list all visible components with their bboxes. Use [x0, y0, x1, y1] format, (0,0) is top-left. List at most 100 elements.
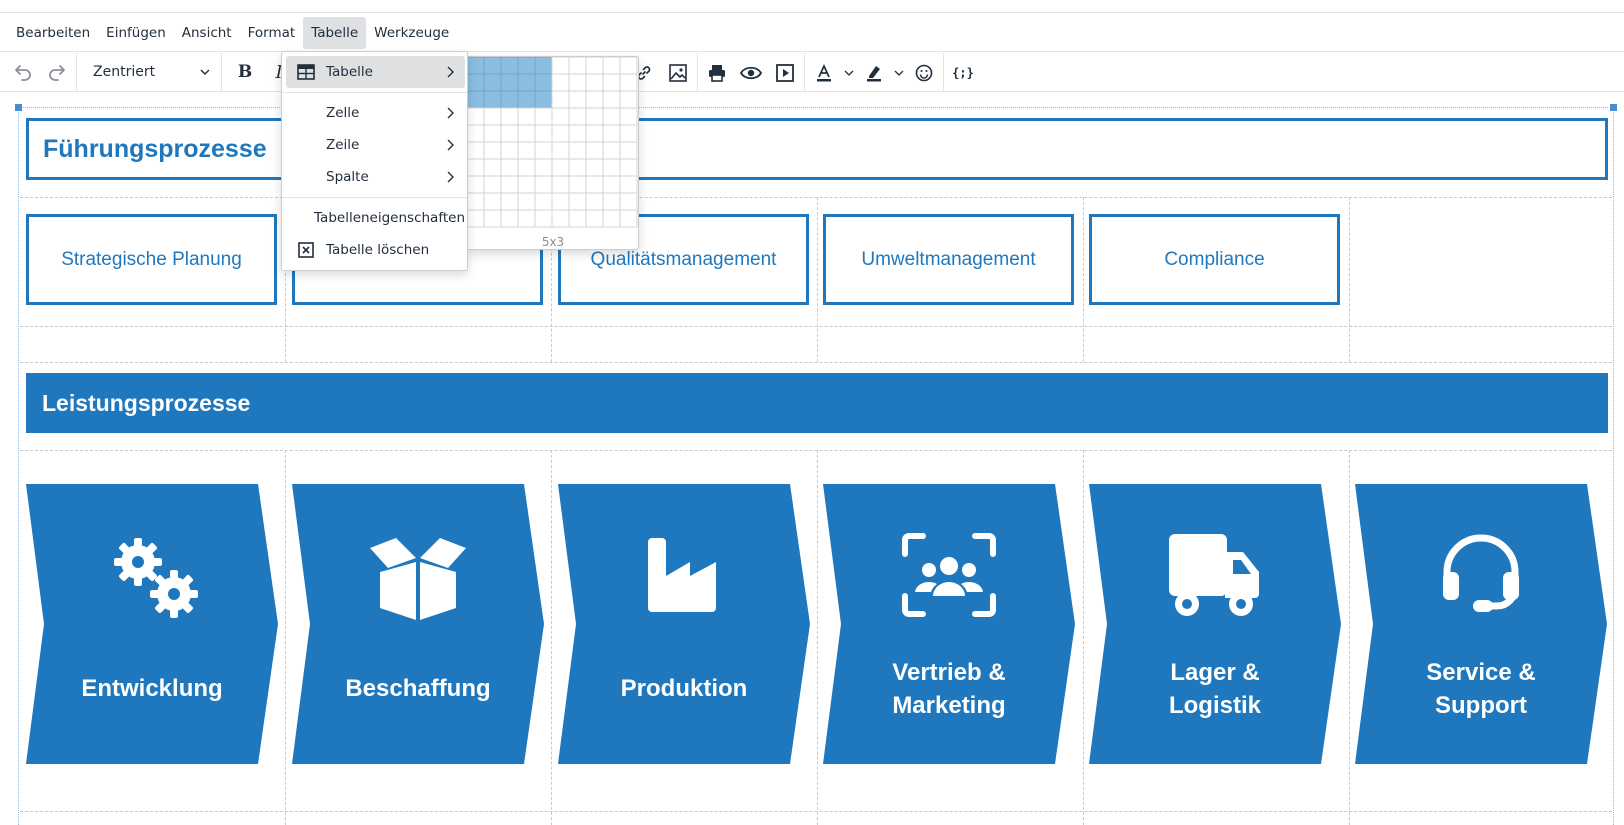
- grid-cell[interactable]: [585, 209, 604, 228]
- grid-cell[interactable]: [602, 124, 621, 143]
- grid-cell[interactable]: [466, 175, 485, 194]
- preview-button[interactable]: [734, 56, 768, 90]
- text-color-dropdown[interactable]: [841, 56, 857, 90]
- grid-cell[interactable]: [551, 56, 570, 75]
- grid-cell[interactable]: [534, 124, 553, 143]
- grid-cell[interactable]: [483, 192, 502, 211]
- bold-button[interactable]: B: [228, 55, 262, 89]
- grid-cell[interactable]: [517, 141, 536, 160]
- grid-cell[interactable]: [602, 73, 621, 92]
- undo-button[interactable]: [6, 55, 40, 89]
- menu-bearbeiten[interactable]: Bearbeiten: [8, 17, 98, 49]
- grid-cell[interactable]: [483, 107, 502, 126]
- grid-cell[interactable]: [602, 56, 621, 75]
- highlight-button[interactable]: [857, 56, 891, 90]
- grid-cell[interactable]: [585, 158, 604, 177]
- text-color-button[interactable]: [807, 56, 841, 90]
- grid-cell[interactable]: [466, 141, 485, 160]
- emoji-button[interactable]: [907, 56, 941, 90]
- grid-cell[interactable]: [517, 175, 536, 194]
- grid-cell-selected[interactable]: [500, 90, 519, 109]
- grid-cell[interactable]: [568, 141, 587, 160]
- grid-cell-selected[interactable]: [517, 56, 536, 75]
- menu-werkzeuge[interactable]: Werkzeuge: [366, 17, 457, 49]
- grid-cell[interactable]: [619, 73, 638, 92]
- grid-cell[interactable]: [551, 158, 570, 177]
- grid-cell[interactable]: [568, 124, 587, 143]
- grid-cell-selected[interactable]: [534, 90, 553, 109]
- table-grid-picker[interactable]: 5x3: [466, 56, 639, 250]
- grid-cell[interactable]: [517, 124, 536, 143]
- menu-item-tabelle-loeschen[interactable]: Tabelle löschen: [286, 234, 465, 266]
- grid-cell-selected[interactable]: [534, 56, 553, 75]
- grid-cell[interactable]: [466, 124, 485, 143]
- grid-cell[interactable]: [619, 141, 638, 160]
- menu-item-tabelleneigenschaften[interactable]: Tabelleneigenschaften: [286, 202, 465, 234]
- grid-cell[interactable]: [619, 158, 638, 177]
- grid-cell[interactable]: [517, 107, 536, 126]
- grid-cell[interactable]: [551, 73, 570, 92]
- grid-cell[interactable]: [619, 107, 638, 126]
- menu-tabelle[interactable]: Tabelle: [303, 16, 367, 49]
- grid-cell[interactable]: [517, 158, 536, 177]
- grid-cell-selected[interactable]: [466, 90, 485, 109]
- code-button[interactable]: {;}: [946, 56, 980, 90]
- editor-content[interactable]: Führungsprozesse Strategische Planung ie…: [0, 93, 1624, 825]
- grid-cell[interactable]: [551, 107, 570, 126]
- grid-cell[interactable]: [500, 175, 519, 194]
- grid-cell[interactable]: [500, 141, 519, 160]
- grid-cell[interactable]: [602, 175, 621, 194]
- grid-cell[interactable]: [551, 192, 570, 211]
- grid-cell[interactable]: [602, 141, 621, 160]
- grid-cell[interactable]: [568, 107, 587, 126]
- grid-cell[interactable]: [585, 56, 604, 75]
- grid-cell[interactable]: [483, 141, 502, 160]
- grid-cell[interactable]: [500, 107, 519, 126]
- grid-cell[interactable]: [602, 209, 621, 228]
- grid-cell-selected[interactable]: [500, 73, 519, 92]
- grid-cell[interactable]: [568, 192, 587, 211]
- grid-cell-selected[interactable]: [517, 73, 536, 92]
- grid-cell[interactable]: [551, 209, 570, 228]
- grid-cell-selected[interactable]: [500, 56, 519, 75]
- grid-cell[interactable]: [466, 192, 485, 211]
- grid-cell[interactable]: [466, 209, 485, 228]
- image-button[interactable]: [661, 56, 695, 90]
- grid-cell[interactable]: [534, 141, 553, 160]
- alignment-select[interactable]: Zentriert: [79, 55, 219, 89]
- grid-cell[interactable]: [483, 175, 502, 194]
- grid-cell[interactable]: [602, 158, 621, 177]
- grid-cell[interactable]: [619, 124, 638, 143]
- grid-cell[interactable]: [602, 192, 621, 211]
- grid-cell[interactable]: [602, 107, 621, 126]
- menu-format[interactable]: Format: [240, 17, 304, 49]
- grid-cell[interactable]: [568, 90, 587, 109]
- table-resize-handle[interactable]: [1609, 103, 1618, 112]
- print-button[interactable]: [700, 56, 734, 90]
- grid-cell[interactable]: [619, 209, 638, 228]
- grid-cell[interactable]: [602, 90, 621, 109]
- grid-cell[interactable]: [517, 192, 536, 211]
- grid-cell-selected[interactable]: [466, 56, 485, 75]
- grid-cell[interactable]: [551, 141, 570, 160]
- grid-cell[interactable]: [551, 124, 570, 143]
- grid-cell[interactable]: [585, 141, 604, 160]
- grid-cell[interactable]: [483, 158, 502, 177]
- menu-item-zeile[interactable]: Zeile: [286, 129, 465, 161]
- grid-picker-cells[interactable]: [466, 56, 639, 233]
- grid-cell[interactable]: [568, 175, 587, 194]
- grid-cell[interactable]: [483, 124, 502, 143]
- menu-ansicht[interactable]: Ansicht: [174, 17, 240, 49]
- grid-cell[interactable]: [585, 192, 604, 211]
- grid-cell-selected[interactable]: [517, 90, 536, 109]
- menu-einfuegen[interactable]: Einfügen: [98, 17, 174, 49]
- menu-item-tabelle[interactable]: Tabelle: [286, 56, 465, 88]
- menu-item-spalte[interactable]: Spalte: [286, 161, 465, 193]
- grid-cell[interactable]: [585, 175, 604, 194]
- grid-cell[interactable]: [534, 175, 553, 194]
- grid-cell[interactable]: [466, 158, 485, 177]
- grid-cell[interactable]: [500, 158, 519, 177]
- grid-cell[interactable]: [585, 73, 604, 92]
- grid-cell[interactable]: [500, 124, 519, 143]
- grid-cell-selected[interactable]: [534, 73, 553, 92]
